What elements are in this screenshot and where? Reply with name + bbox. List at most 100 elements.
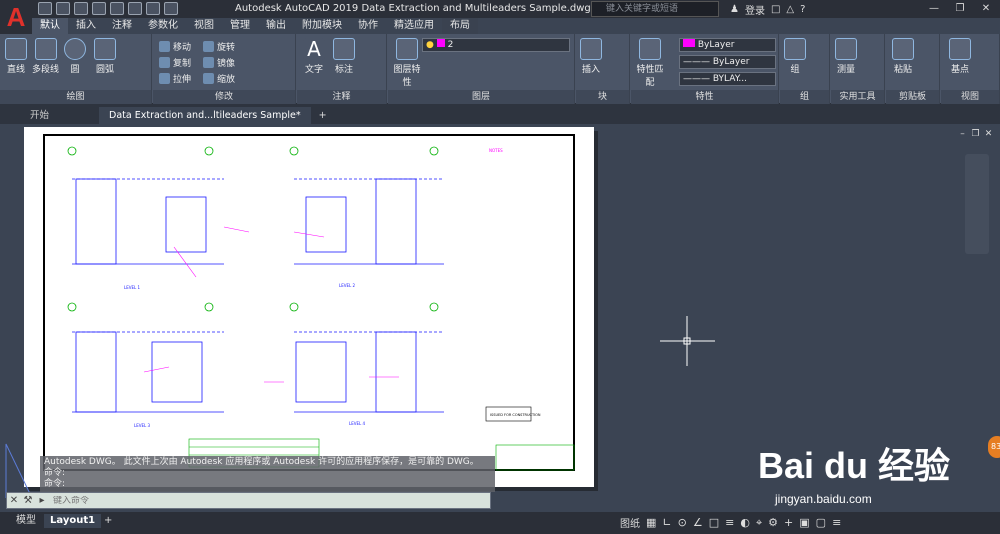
add-layout-button[interactable]: + <box>98 514 118 528</box>
scale-tool[interactable]: 缩放 <box>203 72 235 85</box>
grid-icon[interactable]: ▦ <box>646 516 656 529</box>
tab-output[interactable]: 输出 <box>258 18 294 34</box>
layers-panel-label[interactable]: 图层 <box>388 90 574 104</box>
level-label-4: LEVEL 4 <box>349 421 366 426</box>
tab-collaborate[interactable]: 协作 <box>350 18 386 34</box>
insert-tool[interactable]: 插入 <box>580 38 602 75</box>
tab-manage[interactable]: 管理 <box>222 18 258 34</box>
current-layer-name: 2 <box>447 40 454 50</box>
color-dropdown[interactable]: ByLayer <box>679 38 776 52</box>
save-icon[interactable] <box>74 2 88 15</box>
saveas-icon[interactable] <box>92 2 106 15</box>
tab-addins[interactable]: 附加模块 <box>294 18 350 34</box>
stretch-tool[interactable]: 拉伸 <box>159 72 191 85</box>
polyline-tool[interactable]: 多段线 <box>32 38 59 75</box>
tab-layout[interactable]: 布局 <box>442 18 478 34</box>
vp-restore-icon[interactable]: ❐ <box>970 128 981 139</box>
search-input[interactable]: 键入关键字或短语 <box>591 1 719 17</box>
gear-icon[interactable]: ⚙ <box>768 516 778 529</box>
command-input[interactable] <box>49 495 490 506</box>
user-icon[interactable]: ♟ <box>730 4 739 15</box>
vp-close-icon[interactable]: ✕ <box>983 128 994 139</box>
scale-label: 缩放 <box>217 75 236 85</box>
exchange-icon[interactable]: △ <box>786 4 794 15</box>
open-icon[interactable] <box>56 2 70 15</box>
tab-featured-apps[interactable]: 精选应用 <box>386 18 442 34</box>
move-tool[interactable]: 移动 <box>159 40 191 53</box>
utilities-panel-label[interactable]: 实用工具 <box>831 90 884 104</box>
snap-icon[interactable]: ∟ <box>662 516 671 529</box>
help-icon[interactable]: ? <box>800 4 805 15</box>
selection-icon[interactable]: ⌖ <box>756 516 762 530</box>
line-tool[interactable]: 直线 <box>5 38 27 75</box>
osnap-icon[interactable]: □ <box>709 516 719 529</box>
copy-tool[interactable]: 复制 <box>159 56 191 69</box>
tab-view[interactable]: 视图 <box>186 18 222 34</box>
layer-dropdown[interactable]: ● 2 <box>422 38 570 52</box>
new-icon[interactable] <box>38 2 52 15</box>
vp-minimize-icon[interactable]: – <box>957 128 968 139</box>
redo-icon[interactable] <box>146 2 160 15</box>
share-icon[interactable] <box>164 2 178 15</box>
notification-badge[interactable]: 83 <box>988 436 1000 458</box>
text-tool[interactable]: A 文字 <box>303 38 325 75</box>
new-tab-button[interactable]: + <box>313 107 333 124</box>
properties-panel-label[interactable]: 特性 <box>631 90 778 104</box>
tab-model[interactable]: 模型 <box>10 514 42 528</box>
group-tool[interactable]: 组 <box>784 38 806 75</box>
viewport-controls: – ❐ ✕ <box>957 128 994 139</box>
fullscreen-icon[interactable]: ▢ <box>816 516 826 529</box>
annotation-panel-label[interactable]: 注释 <box>297 90 386 104</box>
arc-tool[interactable]: 圆弧 <box>94 38 116 75</box>
paste-tool[interactable]: 粘贴 <box>892 38 914 75</box>
mirror-tool[interactable]: 镜像 <box>203 56 235 69</box>
match-properties-icon <box>639 38 661 60</box>
app-menu-logo[interactable]: A <box>0 0 32 34</box>
tab-parametric[interactable]: 参数化 <box>140 18 186 34</box>
circle-label: 圆 <box>70 65 80 75</box>
basepoint-tool[interactable]: 基点 <box>949 38 971 75</box>
wrench-icon[interactable]: ⚒ <box>21 495 35 506</box>
groups-panel-label[interactable]: 组 <box>780 90 829 104</box>
measure-tool[interactable]: 测量 <box>835 38 857 75</box>
workspace-icon[interactable]: ▣ <box>799 516 809 529</box>
dimension-tool[interactable]: 标注 <box>333 38 355 75</box>
ortho-icon[interactable]: ⊙ <box>678 516 687 529</box>
layer-properties-tool[interactable]: 图层特性 <box>392 38 422 88</box>
linetype-dropdown[interactable]: ——— ByLayer <box>679 55 776 69</box>
view-panel-label[interactable]: 视图 <box>941 90 999 104</box>
clipboard-panel-label[interactable]: 剪贴板 <box>886 90 939 104</box>
plus-icon[interactable]: + <box>784 516 793 529</box>
login-link[interactable]: 登录 <box>745 2 765 17</box>
close-icon[interactable]: ✕ <box>974 1 998 16</box>
draw-panel-label[interactable]: 绘图 <box>0 90 151 104</box>
rotate-tool[interactable]: 旋转 <box>203 40 235 53</box>
block-panel-label[interactable]: 块 <box>576 90 629 104</box>
lineweight-dropdown[interactable]: ——— BYLAY... <box>679 72 776 86</box>
navigation-bar[interactable] <box>965 154 989 254</box>
lineweight-icon[interactable]: ≡ <box>725 516 734 529</box>
transparency-icon[interactable]: ◐ <box>740 516 750 529</box>
tab-layout1[interactable]: Layout1 <box>44 514 102 528</box>
tab-drawing[interactable]: Data Extraction and...ltileaders Sample* <box>99 107 311 124</box>
tab-annotate[interactable]: 注释 <box>104 18 140 34</box>
utilities-panel: 测量 实用工具 <box>831 34 885 104</box>
paper-space-label[interactable]: 图纸 <box>620 515 640 530</box>
cart-icon[interactable]: □ <box>771 4 780 15</box>
minimize-icon[interactable]: — <box>922 1 946 16</box>
undo-icon[interactable] <box>128 2 142 15</box>
match-properties-tool[interactable]: 特性匹配 <box>635 38 665 88</box>
restore-icon[interactable]: ❐ <box>948 1 972 16</box>
tab-insert[interactable]: 插入 <box>68 18 104 34</box>
modify-panel-label[interactable]: 修改 <box>153 90 295 104</box>
menu-icon[interactable]: ≡ <box>832 516 841 529</box>
tab-home[interactable]: 默认 <box>32 18 68 34</box>
tab-start[interactable]: 开始 <box>20 107 59 124</box>
level-label-3: LEVEL 3 <box>134 423 151 428</box>
arc-label: 圆弧 <box>95 65 114 75</box>
rotate-icon <box>203 41 214 52</box>
close-icon[interactable]: ✕ <box>7 495 21 506</box>
polar-icon[interactable]: ∠ <box>693 516 703 529</box>
circle-tool[interactable]: 圆 <box>64 38 86 75</box>
print-icon[interactable] <box>110 2 124 15</box>
